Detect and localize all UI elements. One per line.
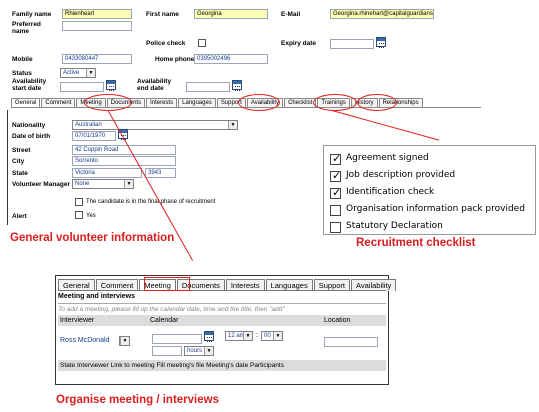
avail-end-label-2: end date (137, 85, 164, 92)
dropdown-arrow-icon: ▼ (204, 347, 213, 355)
final-phase-text: The candidate is in the final phase of r… (86, 199, 216, 205)
checklist-item-label: Identification check (346, 187, 435, 197)
checklist-checkbox[interactable] (330, 169, 341, 182)
state-field[interactable]: Victoria (72, 168, 142, 178)
highlight-checklist-tab (313, 94, 357, 111)
highlight-meeting-tab (84, 94, 132, 111)
duration-unit: hours (187, 348, 203, 354)
caption-meeting: Organise meeting / interviews (56, 394, 219, 406)
dropdown-arrow-icon: ▼ (273, 332, 282, 340)
meeting-title: Meeting and interviews (58, 293, 136, 300)
street-label: Street (12, 147, 31, 154)
state-label: State (12, 170, 28, 177)
meeting-footer-text: State Interviewer Link to meeting Fill m… (60, 362, 284, 369)
dob-field[interactable]: 07/01/1970 (72, 131, 116, 141)
meeting-hint: To add a meeting, please fill up the cal… (58, 306, 285, 313)
police-check-checkbox[interactable] (198, 39, 206, 47)
checklist-checkbox[interactable] (330, 152, 341, 165)
mobile-field[interactable]: 0433080447 (62, 54, 132, 64)
email-field[interactable]: Georgina.rhinehart@capitalguardians (330, 9, 434, 19)
checklist-item-label: Statutory Declaration (346, 221, 443, 231)
caption-general: General volunteer information (10, 232, 175, 244)
meeting-date-field[interactable] (152, 334, 202, 344)
status-label: Status (12, 70, 32, 77)
minute-value: 00 (264, 333, 271, 339)
alert-yes-label: Yes (86, 213, 96, 219)
meeting-title-divider (58, 303, 386, 304)
home-phone-label: Home phone (155, 56, 195, 63)
first-name-label: First name (146, 11, 179, 18)
city-label: City (12, 158, 25, 165)
dob-label: Date of birth (12, 133, 51, 140)
checklist-checkbox[interactable] (330, 186, 341, 199)
volunteer-manager-select[interactable]: None ▼ (72, 179, 134, 189)
connector-checklist (331, 110, 440, 141)
interviewer-select[interactable]: ▼ (119, 336, 130, 346)
volunteer-manager-value: None (75, 181, 90, 187)
status-select[interactable]: Active ▼ (60, 68, 96, 78)
police-check-label: Police check (146, 40, 186, 47)
calendar-icon[interactable] (376, 37, 386, 48)
time-colon: : (256, 332, 258, 339)
highlight-support-tab (238, 94, 280, 111)
dropdown-arrow-icon: ▼ (243, 332, 252, 340)
highlight-trainings-tab (357, 94, 397, 111)
nationality-select[interactable]: Australian ▼ (72, 120, 238, 130)
col-location: Location (324, 317, 351, 324)
calendar-icon[interactable] (232, 80, 242, 91)
family-name-field[interactable]: Rhienheart (62, 9, 132, 19)
duration-unit-select[interactable]: hours ▼ (184, 346, 214, 356)
minute-select[interactable]: 00 ▼ (261, 331, 283, 341)
city-field[interactable]: Sorrento (72, 156, 176, 166)
calendar-icon[interactable] (106, 80, 116, 91)
nationality-value: Australian (75, 122, 102, 128)
first-name-field[interactable]: Georgina (194, 9, 268, 19)
checklist-item-label: Job description provided (346, 170, 456, 180)
dropdown-arrow-icon: ▼ (120, 337, 129, 345)
highlight-meeting-inset-tab (144, 277, 190, 291)
caption-checklist: Recruitment checklist (356, 237, 476, 249)
preferred-name-field[interactable] (62, 21, 132, 31)
checklist-panel: Agreement signed Job description provided… (323, 145, 536, 235)
expiry-date-label: Expiry date (281, 40, 317, 47)
preferred-name-label-2: name (12, 28, 29, 35)
alert-label: Alert (12, 213, 27, 220)
expiry-date-field[interactable] (330, 39, 374, 49)
hour-select[interactable]: 12 am ▼ (225, 331, 253, 341)
volunteer-manager-label: Volunteer Manager (12, 181, 71, 188)
nationality-label: Nationality (12, 122, 46, 129)
dropdown-arrow-icon: ▼ (124, 180, 133, 188)
final-phase-checkbox[interactable] (75, 198, 83, 206)
checklist-checkbox[interactable] (330, 205, 341, 216)
col-interviewer: Interviewer (60, 317, 95, 324)
checklist-checkbox[interactable] (330, 222, 341, 233)
alert-checkbox[interactable] (75, 211, 83, 219)
checklist-item-label: Agreement signed (346, 153, 429, 163)
avail-start-field[interactable] (60, 82, 104, 92)
street-field[interactable]: 42 Coppin Road (72, 145, 176, 155)
dropdown-arrow-icon: ▼ (86, 69, 95, 77)
avail-end-field[interactable] (186, 82, 230, 92)
family-name-label: Family name (12, 11, 52, 18)
avail-start-label-2: start date (12, 85, 42, 92)
home-phone-field[interactable]: 0395002496 (194, 54, 268, 64)
email-label: E-Mail (281, 11, 301, 18)
meeting-tab-divider (58, 290, 386, 291)
checklist-item-label: Organisation information pack provided (346, 204, 525, 214)
location-field[interactable] (324, 337, 378, 347)
mobile-label: Mobile (12, 56, 33, 63)
postcode-field[interactable]: 3943 (145, 168, 176, 178)
status-value: Active (63, 70, 80, 76)
dropdown-arrow-icon: ▼ (228, 121, 237, 129)
col-calendar: Calendar (150, 317, 179, 324)
panel-left-border (7, 110, 8, 225)
meeting-panel: General Comment Meeting Documents Interests L… (55, 275, 397, 385)
duration-field[interactable] (152, 346, 182, 356)
calendar-icon[interactable] (204, 331, 214, 342)
interviewer-value: Ross McDonald (60, 337, 110, 344)
